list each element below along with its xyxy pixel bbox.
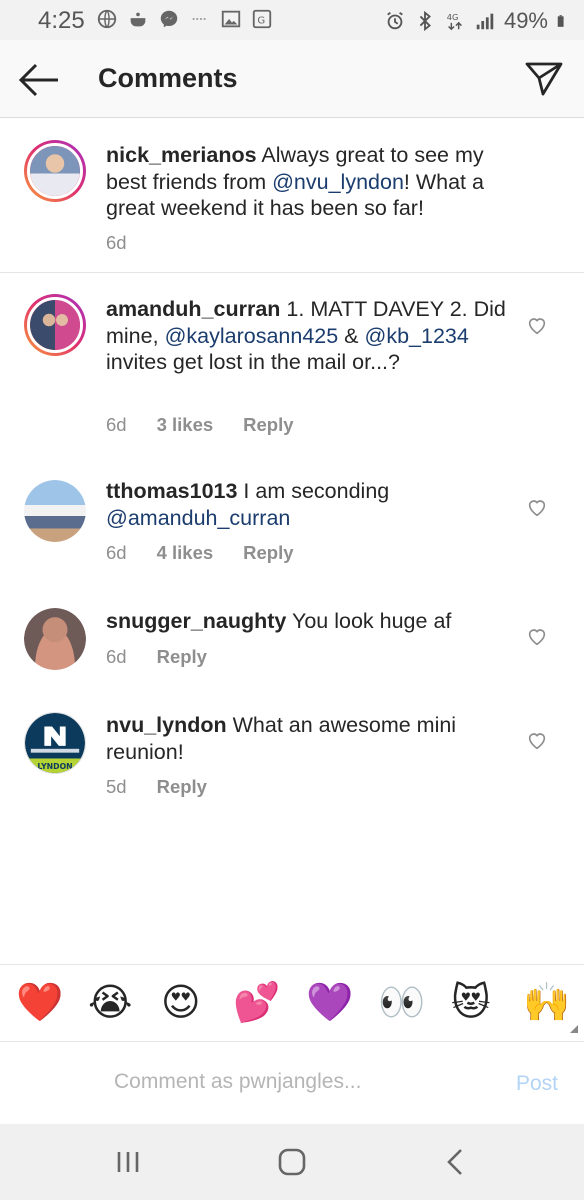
avatar[interactable] (24, 140, 86, 202)
system-nav-bar (0, 1124, 584, 1200)
likes-count[interactable]: 3 likes (157, 414, 214, 436)
reply-button[interactable]: Reply (243, 542, 293, 564)
comment-meta: 6d (106, 232, 127, 254)
comment-meta: 5d Reply (106, 776, 207, 798)
emoji-crying-face[interactable]: 😭 (88, 981, 132, 1025)
emoji-quick-bar: ❤️ 😭 😍 💕 💜 👀 😻 🙌 (0, 964, 584, 1042)
comment-composer: Post (0, 1042, 584, 1124)
comment-username[interactable]: amanduh_curran (106, 297, 280, 321)
bluetooth-icon (419, 10, 431, 32)
comment-item: snugger_naughty You look huge af 6d Repl… (0, 598, 584, 708)
mention-link[interactable]: @amanduh_curran (106, 506, 290, 530)
logo-text: LYNDON (37, 762, 72, 771)
likes-count[interactable]: 4 likes (157, 542, 214, 564)
mention-link[interactable]: @kb_1234 (365, 324, 469, 348)
comment-body: I am seconding (237, 479, 390, 503)
comment-caption: nick_merianos Always great to see my bes… (0, 118, 584, 272)
emoji-heart-eyes[interactable]: 😍 (161, 981, 201, 1025)
network-4g-icon: 4G (447, 12, 462, 31)
avatar (24, 1052, 84, 1112)
emoji-heart-eyes-cat[interactable]: 😻 (451, 981, 491, 1025)
comment-item: LYNDON nvu_lyndon What an awesome mini r… (0, 708, 584, 838)
comment-username[interactable]: snugger_naughty (106, 609, 286, 633)
alarm-icon (387, 11, 403, 30)
mention-link[interactable]: @kaylarosann425 (165, 324, 339, 348)
comment-time: 6d (106, 232, 127, 253)
mention-link[interactable]: @nvu_lyndon (272, 170, 404, 194)
comment-body-continued: invites get lost in the mail or...? (106, 350, 400, 374)
reply-button[interactable]: Reply (243, 414, 293, 436)
comment-time: 6d (106, 542, 127, 563)
status-time: 4:25 (38, 7, 85, 34)
comment-text: amanduh_curran 1. MATT DAVEY 2. Did mine… (106, 296, 506, 376)
svg-text:G: G (257, 16, 265, 27)
image-icon (221, 10, 241, 28)
emoji-red-heart[interactable]: ❤️ (16, 981, 63, 1025)
globe-icon (97, 9, 117, 29)
heart-icon[interactable] (526, 314, 548, 336)
comment-body-continued: & (338, 323, 365, 348)
heart-icon[interactable] (526, 496, 548, 518)
emoji-eyes[interactable]: 👀 (378, 981, 425, 1025)
recent-apps-icon[interactable] (110, 1146, 146, 1178)
comment-body: You look huge af (286, 609, 452, 633)
comment-username[interactable]: tthomas1013 (106, 479, 237, 503)
page-title: Comments (98, 63, 238, 93)
comment-text: nick_merianos Always great to see my bes… (106, 142, 506, 222)
maps-icon: G (252, 9, 272, 29)
comment-text: tthomas1013 I am seconding @amanduh_curr… (106, 478, 506, 531)
battery-percent: 49% (503, 8, 548, 33)
emoji-two-hearts[interactable]: 💕 (233, 981, 280, 1025)
comment-meta: 6d 3 likes Reply (106, 414, 294, 436)
emoji-raising-hands[interactable]: 🙌 (523, 981, 570, 1025)
heart-icon[interactable] (526, 625, 548, 647)
comment-input[interactable] (114, 1066, 474, 1098)
comment-time: 6d (106, 646, 127, 667)
comment-item: tthomas1013 I am seconding @amanduh_curr… (0, 468, 584, 598)
home-icon[interactable] (274, 1146, 310, 1178)
notification-icons: G (96, 8, 273, 30)
signal-icon (476, 13, 494, 30)
reply-button[interactable]: Reply (157, 646, 207, 668)
comment-username[interactable]: nick_merianos (106, 143, 257, 167)
dash-icon (192, 18, 208, 20)
emoji-purple-heart[interactable]: 💜 (306, 981, 353, 1025)
avatar[interactable] (24, 480, 86, 542)
avatar[interactable] (24, 608, 86, 670)
post-button[interactable]: Post (516, 1072, 558, 1096)
avatar[interactable] (24, 294, 86, 356)
comment-meta: 6d Reply (106, 646, 207, 668)
battery-icon (557, 15, 564, 27)
nvu-logo-icon: LYNDON (25, 713, 85, 773)
comments-header: Comments (0, 40, 584, 118)
heart-icon[interactable] (526, 729, 548, 751)
comment-text: nvu_lyndon What an awesome mini reunion! (106, 712, 506, 765)
reply-button[interactable]: Reply (157, 776, 207, 798)
system-icons: 4G 49% (384, 8, 570, 34)
messenger-icon (160, 10, 178, 28)
comment-meta: 6d 4 likes Reply (106, 542, 294, 564)
comment-text: snugger_naughty You look huge af (106, 608, 506, 635)
status-bar: 4:25 G 4G 49% (0, 0, 584, 40)
network-label: 4G (447, 12, 459, 22)
comment-item: amanduh_curran 1. MATT DAVEY 2. Did mine… (0, 272, 584, 468)
avatar[interactable]: LYNDON (24, 712, 86, 774)
paper-plane-icon[interactable] (524, 58, 564, 98)
comment-username[interactable]: nvu_lyndon (106, 713, 227, 737)
expand-corner-icon (570, 1025, 578, 1033)
back-icon[interactable] (438, 1146, 474, 1178)
comment-time: 6d (106, 414, 127, 435)
arrow-left-icon[interactable] (18, 60, 60, 100)
comment-time: 5d (106, 776, 127, 797)
cooking-pot-icon (130, 12, 146, 27)
